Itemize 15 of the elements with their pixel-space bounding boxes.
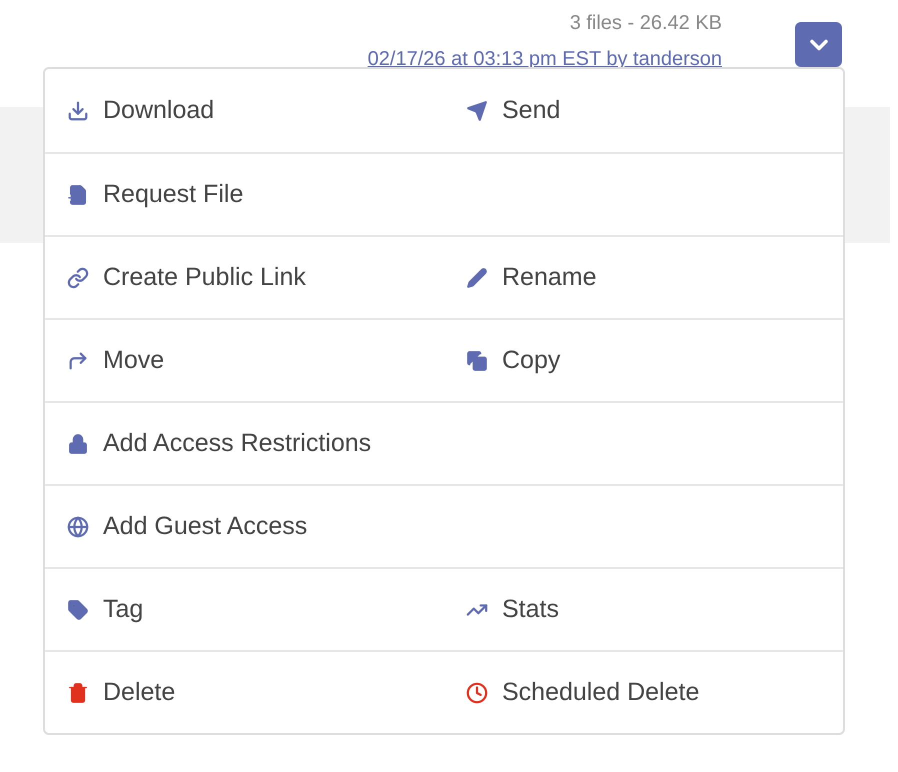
menu-item[interactable]: Stats xyxy=(444,569,843,650)
menu-toggle-button[interactable] xyxy=(795,22,842,67)
menu-item[interactable]: Send xyxy=(444,69,843,152)
menu-item[interactable]: Download xyxy=(45,69,444,152)
menu-item[interactable]: Rename xyxy=(444,237,843,318)
menu-item[interactable]: Request File xyxy=(45,154,445,235)
menu-item[interactable]: Add Access Restrictions xyxy=(45,403,445,484)
menu-item[interactable]: Create Public Link xyxy=(45,237,444,318)
menu-item[interactable]: Copy xyxy=(444,320,843,401)
menu-item[interactable]: Add Guest Access xyxy=(45,486,445,567)
menu-item[interactable]: Scheduled Delete xyxy=(444,652,843,733)
menu-item[interactable]: Move xyxy=(45,320,444,401)
file-summary: 3 files - 26.42 KB xyxy=(570,11,722,36)
menu-item[interactable]: Tag xyxy=(45,569,444,650)
menu-item[interactable]: Delete xyxy=(45,652,444,733)
